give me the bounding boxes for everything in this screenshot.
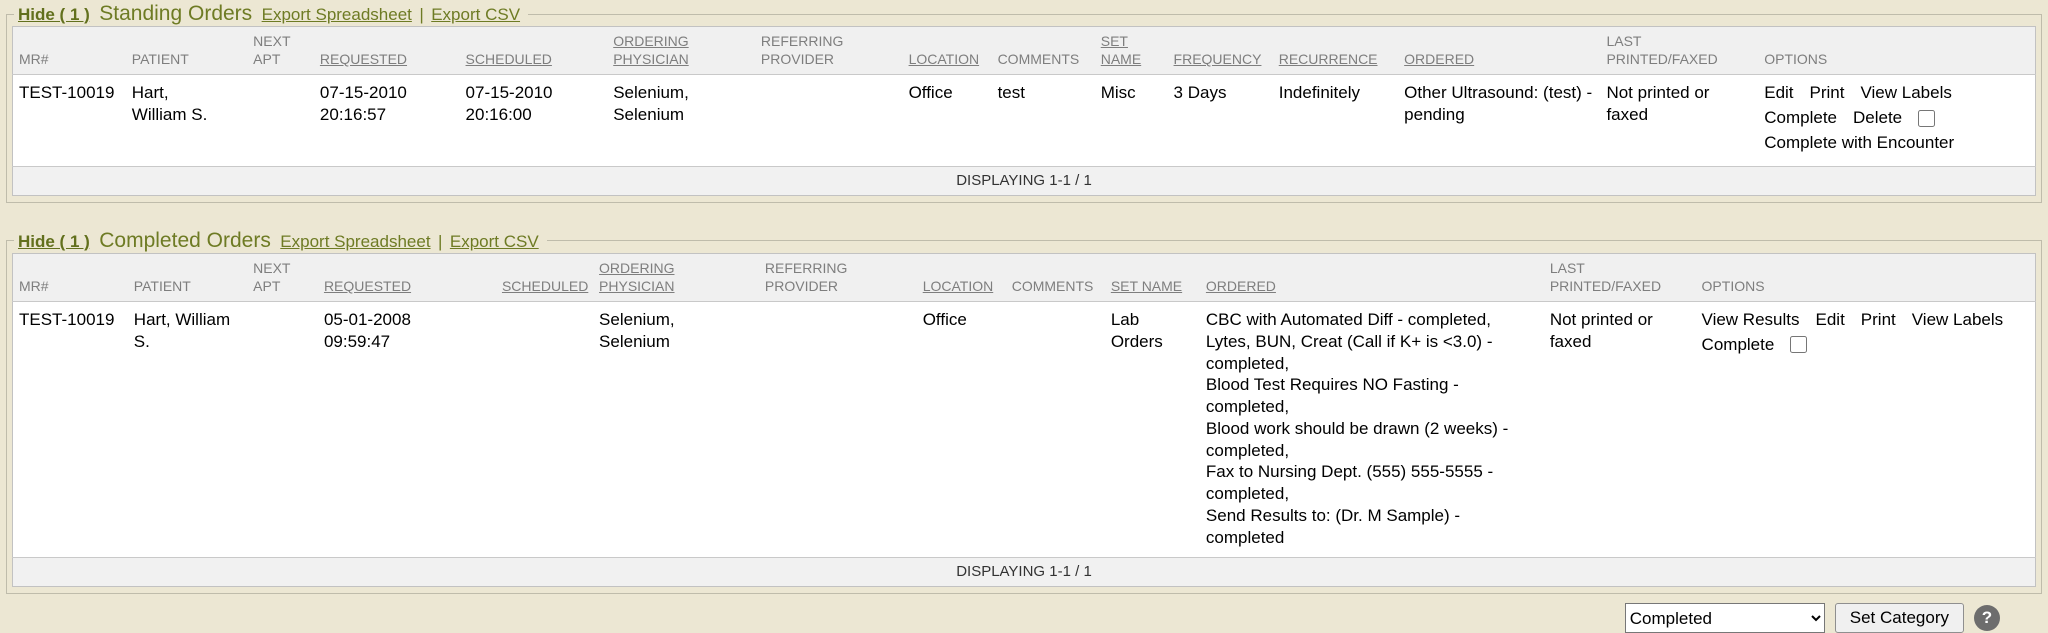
col-header-ordering-physician[interactable]: ORDERING PHYSICIAN (607, 27, 755, 75)
next-apt-cell (247, 302, 318, 558)
completed-displaying-status: DISPLAYING 1-1 / 1 (13, 558, 2036, 587)
legend-separator: | (435, 232, 445, 251)
delete-link[interactable]: Delete (1853, 107, 1902, 129)
complete-link[interactable]: Complete (1702, 334, 1775, 356)
col-header-options: OPTIONS (1696, 253, 2036, 301)
completed-orders-table: MR# PATIENT NEXT APT REQUESTED SCHEDULED… (12, 253, 2036, 588)
view-labels-link[interactable]: View Labels (1861, 82, 1952, 104)
col-header-set-name[interactable]: SET NAME (1105, 253, 1200, 301)
standing-order-table-row: TEST-10019 Hart, William S. 07-15-2010 2… (13, 75, 2036, 166)
standing-orders-section: Hide ( 1 ) Standing Orders Export Spread… (6, 2, 2042, 203)
standing-export-csv-link[interactable]: Export CSV (431, 5, 520, 24)
set-category-button[interactable]: Set Category (1835, 603, 1964, 633)
standing-header-row: MR# PATIENT NEXT APT REQUESTED SCHEDULED… (13, 27, 2036, 75)
standing-hide-link[interactable]: Hide ( 1 ) (18, 5, 90, 24)
col-header-requested[interactable]: REQUESTED (314, 27, 460, 75)
standing-orders-table: MR# PATIENT NEXT APT REQUESTED SCHEDULED… (12, 26, 2036, 196)
legend-separator: | (416, 5, 426, 24)
col-header-scheduled[interactable]: SCHEDULED (460, 27, 608, 75)
ordering-physician-cell: Selenium, Selenium (607, 75, 755, 166)
completed-footer-row: DISPLAYING 1-1 / 1 (13, 558, 2036, 587)
col-header-next-apt: NEXT APT (247, 253, 318, 301)
complete-link[interactable]: Complete (1764, 107, 1837, 129)
completed-order-checkbox[interactable] (1790, 336, 1807, 353)
set-name-cell: Lab Orders (1105, 302, 1200, 558)
standing-orders-legend: Hide ( 1 ) Standing Orders Export Spread… (14, 2, 528, 26)
completed-order-table-row: TEST-10019 Hart, William S. 05-01-2008 0… (13, 302, 2036, 558)
last-printed-faxed-cell: Not printed or faxed (1600, 75, 1758, 166)
col-header-patient: PATIENT (126, 27, 247, 75)
standing-export-spreadsheet-link[interactable]: Export Spreadsheet (262, 5, 412, 24)
edit-link[interactable]: Edit (1764, 82, 1793, 104)
col-header-referring-provider: REFERRING PROVIDER (759, 253, 917, 301)
next-apt-cell (247, 75, 314, 166)
options-cell: View Results Edit Print View Labels Comp… (1696, 302, 2036, 558)
standing-section-title: Standing Orders (94, 2, 257, 25)
referring-provider-cell (755, 75, 903, 166)
col-header-frequency[interactable]: FREQUENCY (1168, 27, 1273, 75)
help-icon[interactable]: ? (1974, 605, 2000, 631)
col-header-location[interactable]: LOCATION (903, 27, 992, 75)
completed-section-title: Completed Orders (94, 229, 276, 252)
comments-cell (1006, 302, 1105, 558)
col-header-ordered[interactable]: ORDERED (1398, 27, 1600, 75)
standing-footer-row: DISPLAYING 1-1 / 1 (13, 166, 2036, 195)
print-link[interactable]: Print (1861, 309, 1896, 331)
orders-page: Hide ( 1 ) Standing Orders Export Spread… (0, 0, 2048, 632)
requested-cell: 05-01-2008 09:59:47 (318, 302, 496, 558)
mr-cell: TEST-10019 (13, 302, 128, 558)
scheduled-cell: 07-15-2010 20:16:00 (460, 75, 608, 166)
col-header-referring-provider: REFERRING PROVIDER (755, 27, 903, 75)
col-header-recurrence[interactable]: RECURRENCE (1273, 27, 1398, 75)
standing-displaying-status: DISPLAYING 1-1 / 1 (13, 166, 2036, 195)
recurrence-cell: Indefinitely (1273, 75, 1398, 166)
mr-cell: TEST-10019 (13, 75, 126, 166)
col-header-scheduled[interactable]: SCHEDULED (496, 253, 593, 301)
edit-link[interactable]: Edit (1816, 309, 1845, 331)
last-printed-faxed-cell: Not printed or faxed (1544, 302, 1696, 558)
frequency-cell: 3 Days (1168, 75, 1273, 166)
col-header-options: OPTIONS (1758, 27, 2035, 75)
print-link[interactable]: Print (1810, 82, 1845, 104)
referring-provider-cell (759, 302, 917, 558)
ordered-cell: Other Ultrasound: (test) - pending (1398, 75, 1600, 166)
options-cell: Edit Print View Labels Complete Delete C… (1758, 75, 2035, 166)
category-controls: Completed Set Category ? (6, 603, 2000, 633)
patient-cell: Hart, William S. (126, 75, 247, 166)
ordering-physician-cell: Selenium, Selenium (593, 302, 759, 558)
view-results-link[interactable]: View Results (1702, 309, 1800, 331)
view-labels-link[interactable]: View Labels (1912, 309, 2003, 331)
col-header-last-printed-faxed: LAST PRINTED/FAXED (1600, 27, 1758, 75)
col-header-ordered[interactable]: ORDERED (1200, 253, 1544, 301)
col-header-mr: MR# (13, 27, 126, 75)
category-select[interactable]: Completed (1625, 603, 1825, 633)
location-cell: Office (903, 75, 992, 166)
col-header-requested[interactable]: REQUESTED (318, 253, 496, 301)
col-header-location[interactable]: LOCATION (917, 253, 1006, 301)
completed-orders-legend: Hide ( 1 ) Completed Orders Export Sprea… (14, 229, 547, 253)
completed-orders-section: Hide ( 1 ) Completed Orders Export Sprea… (6, 229, 2042, 595)
location-cell: Office (917, 302, 1006, 558)
scheduled-cell (496, 302, 593, 558)
col-header-patient: PATIENT (128, 253, 247, 301)
ordered-cell: CBC with Automated Diff - completed, Lyt… (1200, 302, 1544, 558)
col-header-ordering-physician[interactable]: ORDERING PHYSICIAN (593, 253, 759, 301)
completed-export-spreadsheet-link[interactable]: Export Spreadsheet (280, 232, 430, 251)
requested-cell: 07-15-2010 20:16:57 (314, 75, 460, 166)
col-header-mr: MR# (13, 253, 128, 301)
comments-cell: test (992, 75, 1095, 166)
completed-export-csv-link[interactable]: Export CSV (450, 232, 539, 251)
patient-cell: Hart, William S. (128, 302, 247, 558)
complete-with-encounter-link[interactable]: Complete with Encounter (1764, 132, 1954, 154)
completed-header-row: MR# PATIENT NEXT APT REQUESTED SCHEDULED… (13, 253, 2036, 301)
col-header-comments: COMMENTS (1006, 253, 1105, 301)
standing-order-checkbox[interactable] (1918, 110, 1935, 127)
col-header-last-printed-faxed: LAST PRINTED/FAXED (1544, 253, 1696, 301)
col-header-set-name[interactable]: SET NAME (1095, 27, 1168, 75)
col-header-comments: COMMENTS (992, 27, 1095, 75)
completed-hide-link[interactable]: Hide ( 1 ) (18, 232, 90, 251)
set-name-cell: Misc (1095, 75, 1168, 166)
col-header-next-apt: NEXT APT (247, 27, 314, 75)
